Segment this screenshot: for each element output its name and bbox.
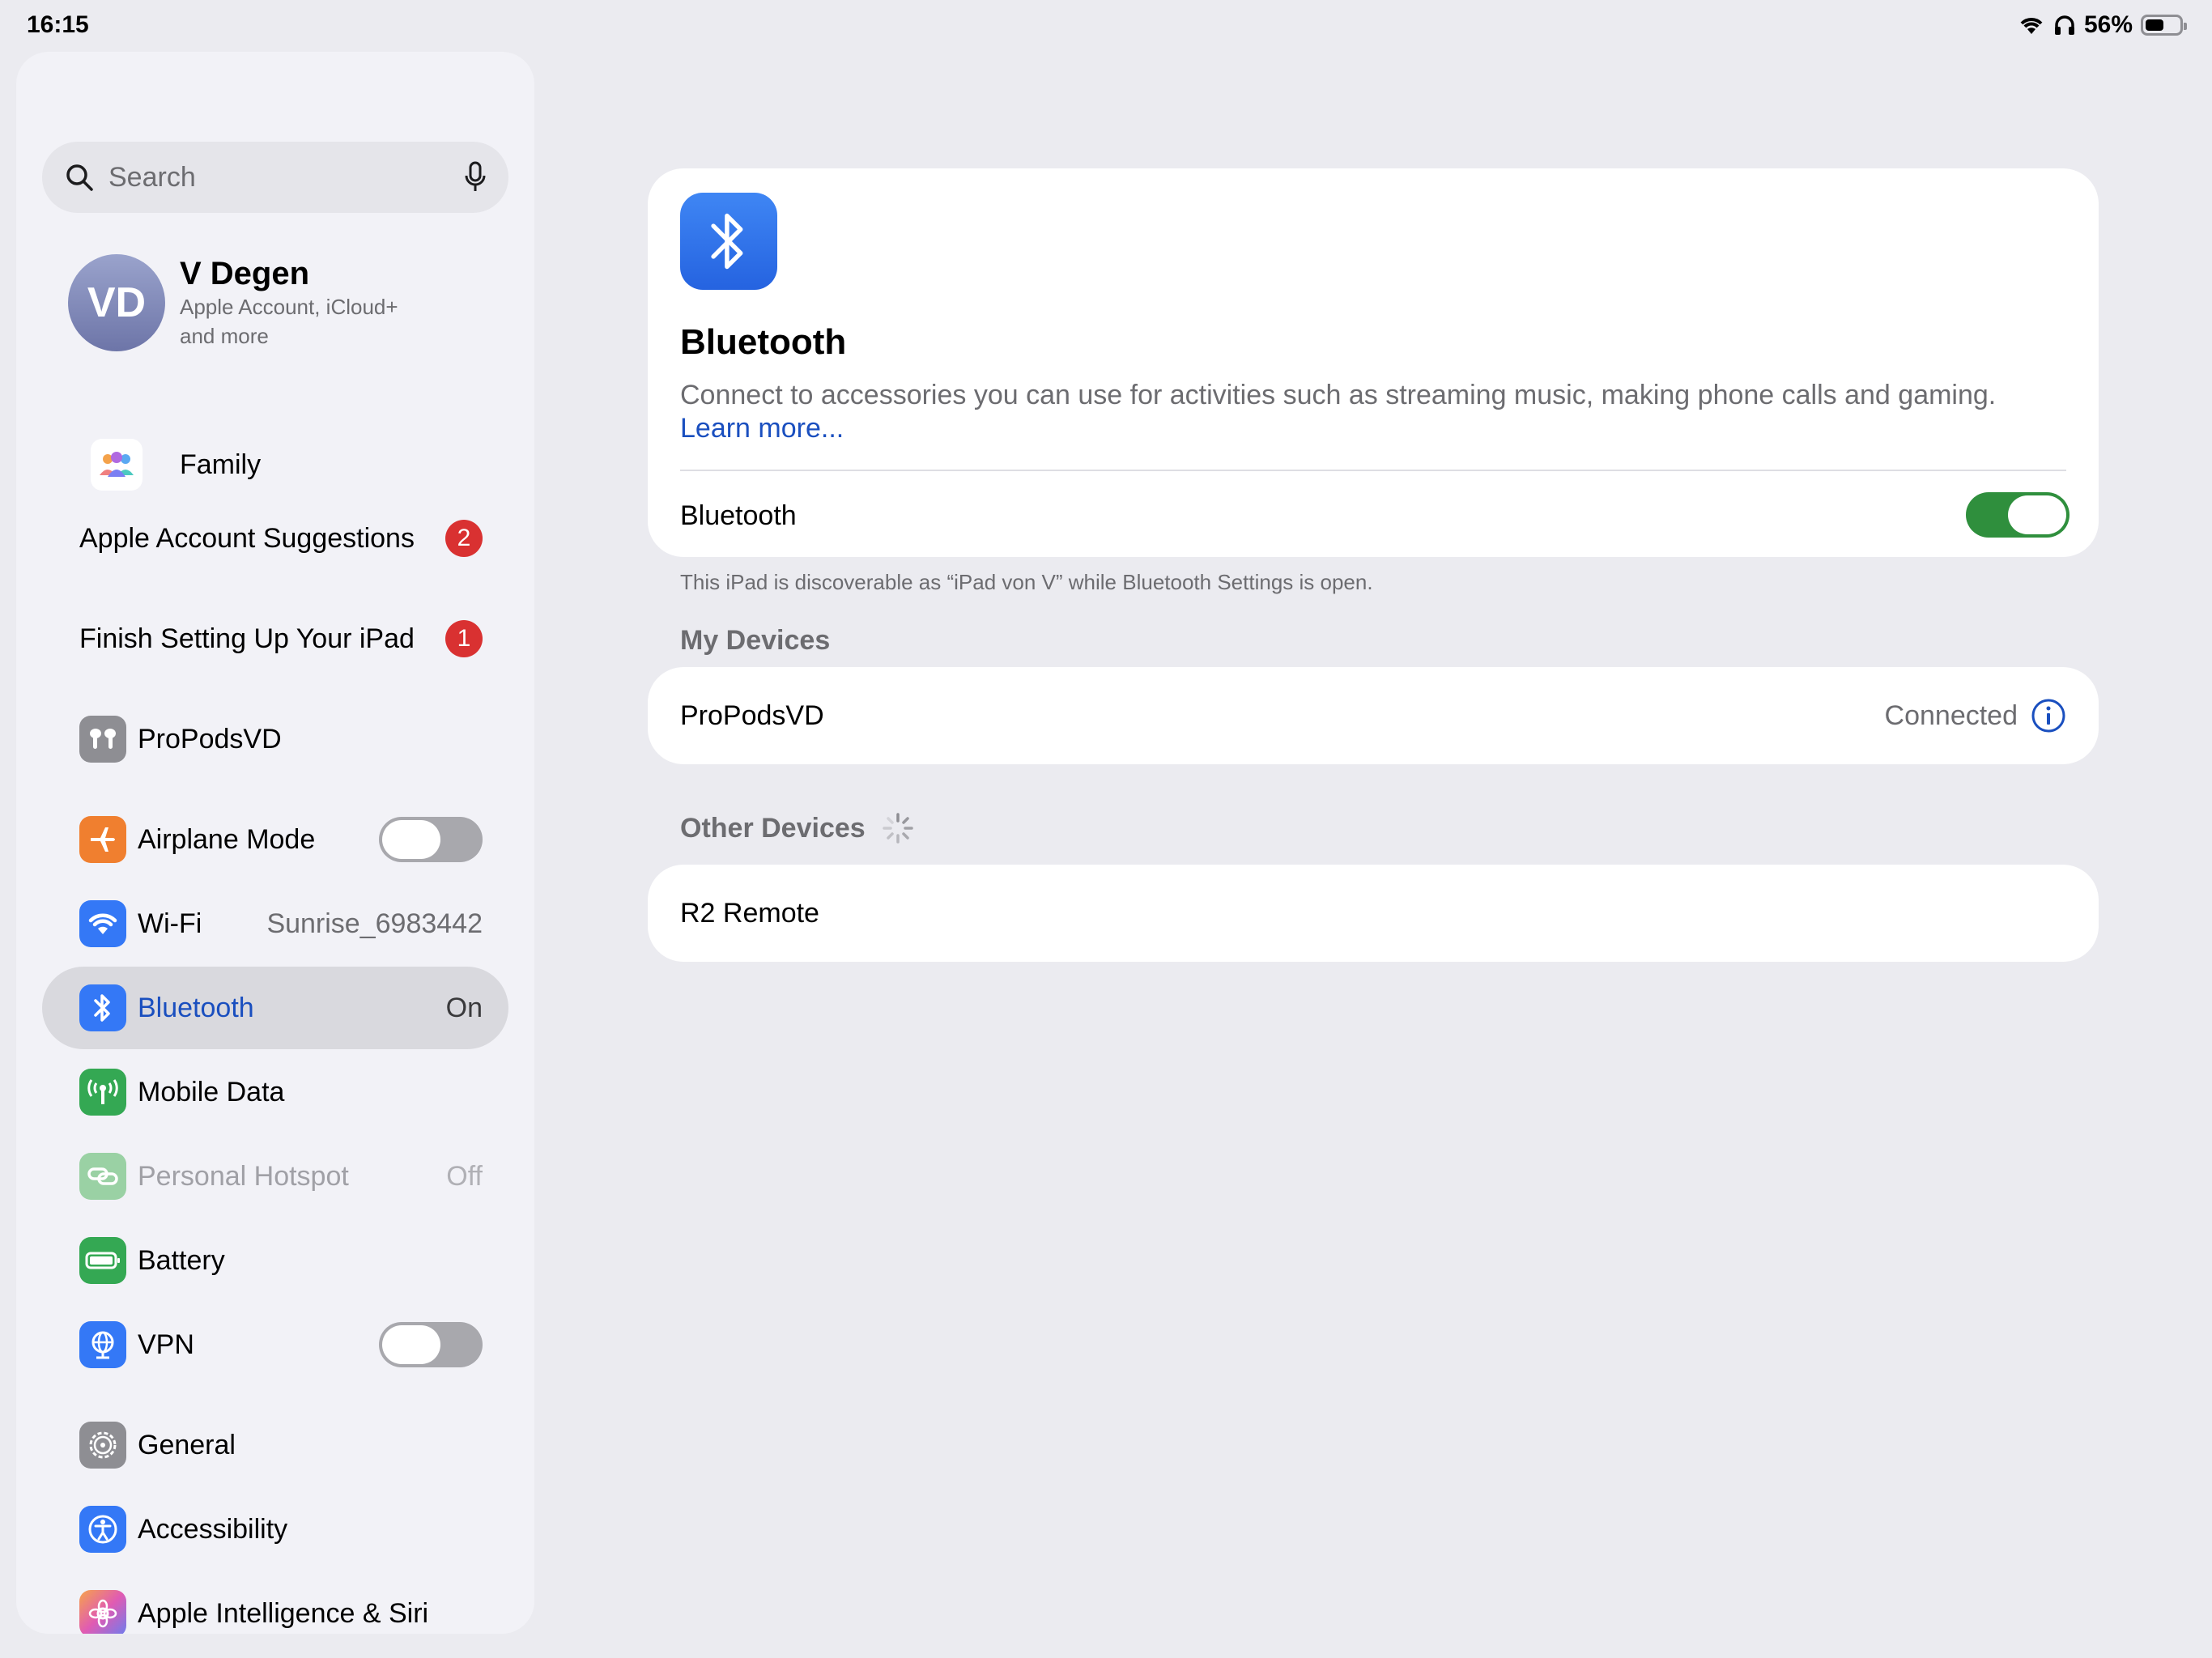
- airplane-mode-toggle[interactable]: [379, 817, 483, 862]
- battery-icon: [79, 1237, 126, 1284]
- search-field[interactable]: Search: [42, 142, 508, 213]
- sidebar-item-label: Bluetooth: [138, 992, 254, 1023]
- avatar: VD: [68, 254, 165, 351]
- wifi-network-value: Sunrise_6983442: [266, 908, 483, 939]
- sidebar-item-label: ProPodsVD: [138, 723, 282, 755]
- finish-setup-label: Finish Setting Up Your iPad: [79, 623, 415, 654]
- other-devices-label: Other Devices: [680, 812, 866, 844]
- bluetooth-toggle-label: Bluetooth: [680, 500, 797, 531]
- profile-subtitle: Apple Account, iCloud+ and more: [180, 294, 398, 348]
- bluetooth-description: Connect to accessories you can use for a…: [680, 380, 1997, 410]
- search-icon: [66, 164, 93, 191]
- my-devices-header: My Devices: [680, 625, 831, 656]
- suggestions-label: Apple Account Suggestions: [79, 522, 415, 554]
- divider: [680, 470, 2066, 471]
- device-status: Connected: [1884, 699, 2018, 731]
- sidebar-item-label: Battery: [138, 1244, 225, 1276]
- sidebar-item-vpn[interactable]: VPN: [42, 1303, 508, 1386]
- family-icon: [91, 439, 143, 491]
- profile-name: V Degen: [180, 255, 310, 291]
- sidebar-item-label: VPN: [138, 1329, 194, 1360]
- sidebar-item-bluetooth[interactable]: Bluetooth On: [42, 967, 508, 1049]
- battery-status-icon: [2141, 15, 2187, 36]
- status-time: 16:15: [27, 11, 89, 38]
- sidebar-item-accessibility[interactable]: Accessibility: [42, 1488, 508, 1571]
- wifi-icon: [79, 900, 126, 947]
- microphone-icon[interactable]: [465, 161, 486, 193]
- gear-icon: [79, 1422, 126, 1469]
- sidebar-item-general[interactable]: General: [42, 1404, 508, 1486]
- info-icon[interactable]: [2031, 698, 2066, 733]
- apple-account-suggestions-row[interactable]: Apple Account Suggestions 2: [42, 497, 508, 580]
- bluetooth-toggle[interactable]: [1966, 492, 2069, 538]
- status-icons: 56%: [2018, 11, 2187, 39]
- page-title: Bluetooth: [680, 322, 847, 362]
- battery-percent: 56%: [2083, 11, 2133, 38]
- family-label: Family: [180, 449, 262, 480]
- bluetooth-header-card: Bluetooth Connect to accessories you can…: [648, 168, 2099, 557]
- sidebar-item-mobile-data[interactable]: Mobile Data: [42, 1051, 508, 1133]
- sidebar-item-battery[interactable]: Battery: [42, 1219, 508, 1302]
- vpn-toggle[interactable]: [379, 1322, 483, 1367]
- sidebar-item-label: Wi-Fi: [138, 908, 202, 939]
- loading-spinner-icon: [882, 813, 913, 844]
- discoverable-footnote: This iPad is discoverable as “iPad von V…: [680, 570, 1373, 594]
- hotspot-status-value: Off: [446, 1160, 483, 1192]
- other-devices-header: Other Devices: [680, 812, 914, 844]
- sidebar-item-label: Mobile Data: [138, 1076, 285, 1107]
- hotspot-icon: [79, 1153, 126, 1200]
- bluetooth-status-value: On: [445, 992, 483, 1023]
- notification-badge: 2: [445, 520, 483, 557]
- finish-setup-row[interactable]: Finish Setting Up Your iPad 1: [42, 597, 508, 680]
- device-name: ProPodsVD: [680, 699, 824, 731]
- family-row[interactable]: Family: [91, 439, 261, 491]
- sidebar-item-airplane-mode[interactable]: Airplane Mode: [42, 798, 508, 881]
- airplane-icon: [79, 816, 126, 863]
- device-row-propods[interactable]: ProPodsVD Connected: [648, 667, 2099, 764]
- search-placeholder: Search: [108, 161, 196, 193]
- antenna-icon: [79, 1069, 126, 1116]
- airpods-icon: [79, 716, 126, 763]
- sidebar-item-label: Airplane Mode: [138, 823, 316, 855]
- sidebar-item-personal-hotspot[interactable]: Personal Hotspot Off: [42, 1135, 508, 1218]
- bluetooth-app-icon: [680, 193, 777, 290]
- siri-icon: [79, 1590, 126, 1634]
- wifi-status-icon: [2020, 18, 2043, 34]
- sidebar-item-label: General: [138, 1429, 236, 1460]
- device-row-r2-remote[interactable]: R2 Remote: [648, 865, 2099, 962]
- learn-more-link[interactable]: Learn more...: [680, 413, 844, 444]
- headphones-status-icon: [2054, 15, 2074, 35]
- sidebar-item-wifi[interactable]: Wi-Fi Sunrise_6983442: [42, 882, 508, 965]
- sidebar-item-propods[interactable]: ProPodsVD: [42, 698, 508, 780]
- sidebar: Search VD V Degen Apple Account, iCloud+…: [16, 52, 534, 1634]
- vpn-globe-icon: [79, 1321, 126, 1368]
- notification-badge: 1: [445, 620, 483, 657]
- sidebar-item-label: Apple Intelligence & Siri: [138, 1597, 429, 1629]
- sidebar-item-label: Personal Hotspot: [138, 1160, 349, 1192]
- sidebar-item-apple-intelligence-siri[interactable]: Apple Intelligence & Siri: [42, 1572, 508, 1634]
- accessibility-icon: [79, 1506, 126, 1553]
- device-name: R2 Remote: [680, 897, 819, 929]
- apple-account-profile[interactable]: VD V Degen Apple Account, iCloud+ and mo…: [68, 254, 423, 351]
- settings-screen: 16:15 56% Search VD V Degen Apple Accoun…: [0, 0, 2212, 1658]
- sidebar-item-label: Accessibility: [138, 1513, 288, 1545]
- bluetooth-icon: [79, 984, 126, 1031]
